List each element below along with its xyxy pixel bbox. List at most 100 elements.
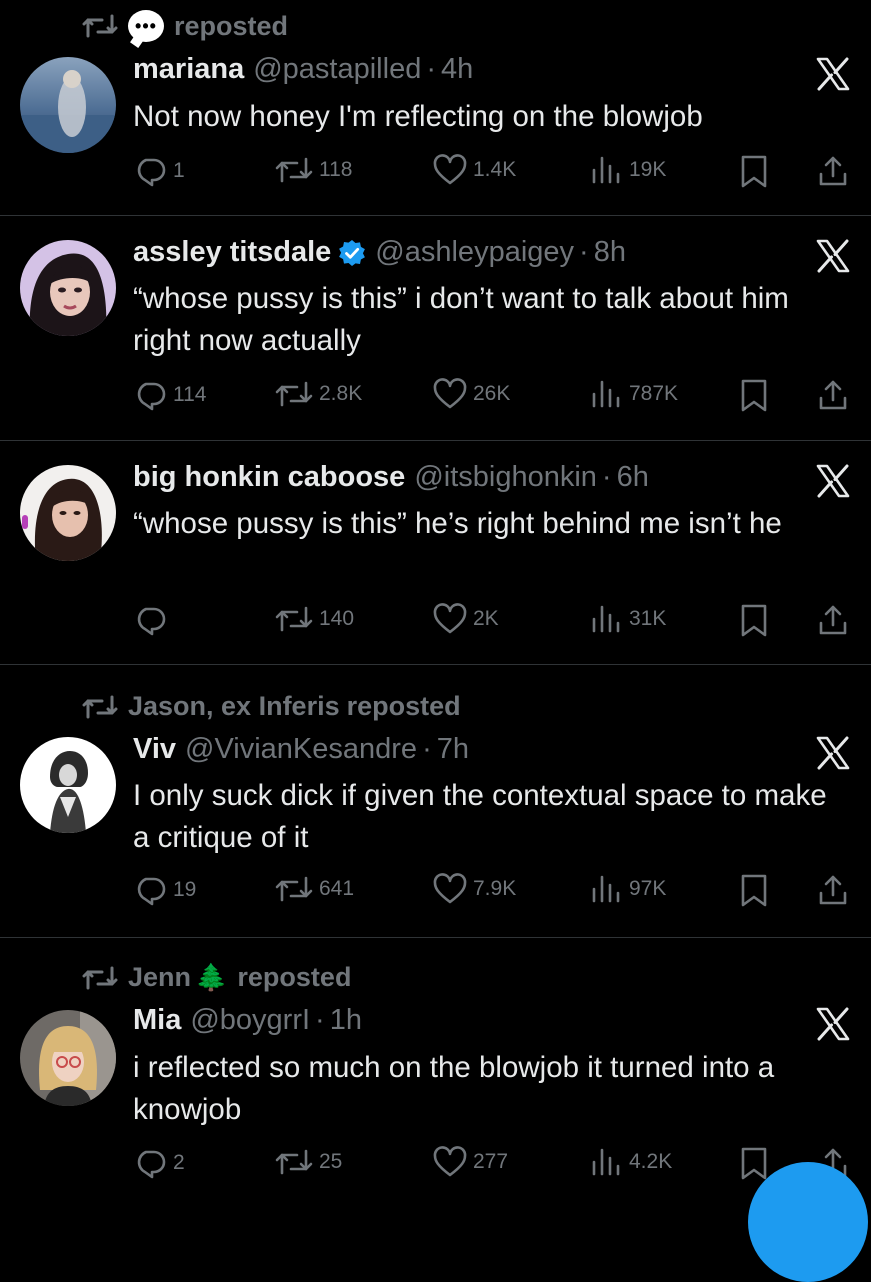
repost-count: 25 — [319, 1150, 343, 1173]
x-logo-icon[interactable] — [815, 56, 851, 92]
display-name[interactable]: Mia — [133, 1004, 181, 1037]
reply-icon — [133, 154, 167, 188]
x-logo-icon[interactable] — [815, 463, 851, 499]
display-name[interactable]: Viv — [133, 733, 176, 766]
share-icon — [817, 378, 849, 412]
analytics-icon — [589, 873, 623, 905]
share-icon — [817, 603, 849, 637]
like-button[interactable]: 1.4K — [433, 154, 516, 186]
like-button[interactable]: 277 — [433, 1146, 508, 1178]
like-button[interactable]: 26K — [433, 378, 510, 410]
timeline-feed: ••• reposted mariana @pastapilled · 4h N… — [0, 0, 871, 1282]
bookmark-button[interactable] — [739, 873, 769, 907]
separator-dot: · — [579, 236, 589, 268]
tweet[interactable]: big honkin caboose @itsbighonkin · 6h “w… — [0, 441, 871, 664]
share-button[interactable] — [817, 603, 849, 637]
repost-button[interactable]: 2.8K — [275, 378, 362, 410]
reply-button[interactable] — [133, 603, 173, 637]
like-button[interactable]: 2K — [433, 603, 499, 635]
avatar[interactable] — [20, 240, 116, 336]
x-logo-icon[interactable] — [815, 1006, 851, 1042]
reply-button[interactable]: 19 — [133, 873, 196, 907]
user-handle[interactable]: @pastapilled — [253, 53, 421, 86]
timestamp[interactable]: 8h — [594, 236, 626, 269]
view-count: 19K — [629, 158, 667, 181]
tweet-actions: 1 118 1.4K 19K — [133, 154, 853, 190]
views-button[interactable]: 4.2K — [589, 1146, 672, 1178]
user-handle[interactable]: @ashleypaigey — [375, 236, 574, 269]
repost-icon — [275, 603, 313, 635]
x-logo-icon[interactable] — [815, 238, 851, 274]
repost-count: 2.8K — [319, 382, 363, 405]
share-button[interactable] — [817, 378, 849, 412]
reply-button[interactable]: 114 — [133, 378, 206, 412]
verified-badge-icon — [338, 239, 366, 267]
x-logo-icon[interactable] — [815, 735, 851, 771]
reposter-name[interactable]: Jenn — [128, 962, 191, 993]
bookmark-icon — [739, 154, 769, 188]
separator-dot: · — [426, 53, 437, 85]
timestamp[interactable]: 7h — [437, 733, 469, 766]
user-handle[interactable]: @VivianKesandre — [185, 733, 417, 766]
view-count: 4.2K — [629, 1150, 673, 1173]
repost-button[interactable]: 118 — [275, 154, 352, 186]
tweet[interactable]: ••• reposted mariana @pastapilled · 4h N… — [0, 0, 871, 215]
view-count: 31K — [629, 607, 667, 630]
reply-button[interactable]: 2 — [133, 1146, 185, 1180]
repost-context-icon — [82, 12, 118, 40]
tweet[interactable]: Jason, ex Inferis reposted Viv @VivianKe… — [0, 665, 871, 937]
avatar[interactable] — [20, 1010, 116, 1106]
reply-count: 2 — [173, 1151, 185, 1174]
view-count: 97K — [629, 877, 667, 900]
share-icon — [817, 154, 849, 188]
repost-button[interactable]: 641 — [275, 873, 354, 905]
chat-bubble-icon: ••• — [128, 10, 164, 42]
repost-button[interactable]: 140 — [275, 603, 354, 635]
avatar[interactable] — [20, 57, 116, 153]
tweet-text: “whose pussy is this” he’s right behind … — [133, 507, 782, 540]
heart-icon — [433, 603, 467, 635]
tweet[interactable]: Jenn 🌲 reposted Mia @boygrrI · 1h i refl… — [0, 938, 871, 1200]
views-button[interactable]: 787K — [589, 378, 678, 410]
tree-emoji-icon: 🌲 — [195, 962, 228, 992]
tweet-header: Viv @VivianKesandre · 7h — [133, 733, 469, 766]
display-name[interactable]: mariana — [133, 53, 244, 86]
bookmark-button[interactable] — [739, 1146, 769, 1180]
heart-icon — [433, 378, 467, 410]
like-count: 26K — [473, 382, 511, 405]
reposter-name[interactable]: Jason, ex Inferis — [128, 691, 340, 722]
display-name[interactable]: big honkin caboose — [133, 461, 405, 494]
bookmark-icon — [739, 873, 769, 907]
bookmark-button[interactable] — [739, 603, 769, 637]
timestamp[interactable]: 4h — [441, 53, 473, 86]
reply-button[interactable]: 1 — [133, 154, 185, 188]
like-button[interactable]: 7.9K — [433, 873, 516, 905]
avatar[interactable] — [20, 737, 116, 833]
share-button[interactable] — [817, 154, 849, 188]
share-icon — [817, 873, 849, 907]
bookmark-button[interactable] — [739, 378, 769, 412]
compose-fab-button[interactable] — [748, 1162, 868, 1282]
tweet-header: mariana @pastapilled · 4h — [133, 53, 473, 86]
views-button[interactable]: 19K — [589, 154, 666, 186]
repost-button[interactable]: 25 — [275, 1146, 342, 1178]
separator-dot: · — [601, 461, 612, 493]
user-handle[interactable]: @boygrrI — [190, 1004, 310, 1037]
views-button[interactable]: 97K — [589, 873, 666, 905]
tweet[interactable]: assley titsdale @ashleypaigey · 8h “whos… — [0, 216, 871, 440]
timestamp[interactable]: 1h — [330, 1004, 362, 1037]
like-count: 2K — [473, 607, 499, 630]
repost-count: 118 — [319, 158, 353, 181]
timestamp[interactable]: 6h — [617, 461, 649, 494]
tweet-actions: 2 25 277 4.2K — [133, 1146, 853, 1182]
share-button[interactable] — [817, 873, 849, 907]
bookmark-button[interactable] — [739, 154, 769, 188]
repost-icon — [275, 873, 313, 905]
display-name[interactable]: assley titsdale — [133, 236, 331, 269]
tweet-text: Not now honey I'm reflecting on the blow… — [133, 100, 703, 133]
avatar[interactable] — [20, 465, 116, 561]
repost-context-icon — [82, 964, 118, 992]
user-handle[interactable]: @itsbighonkin — [414, 461, 597, 494]
views-button[interactable]: 31K — [589, 603, 666, 635]
reply-count: 1 — [173, 159, 185, 182]
